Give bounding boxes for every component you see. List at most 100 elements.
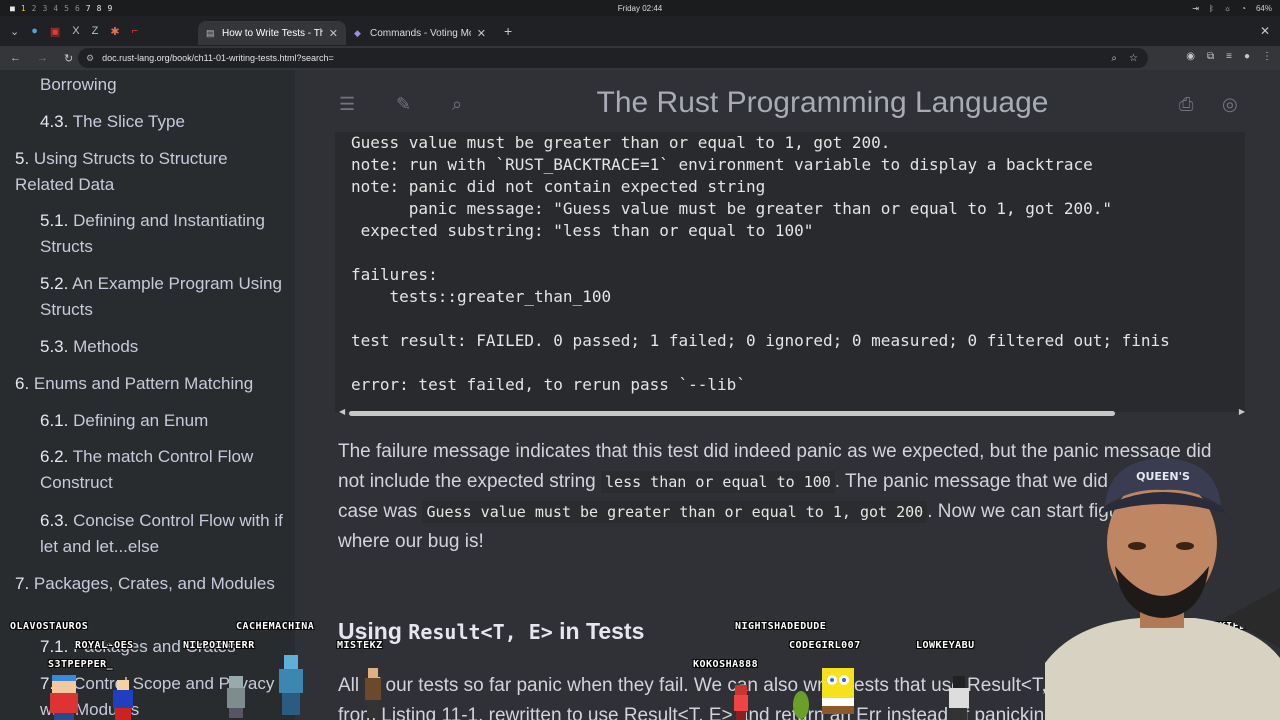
toc-number: 6. [15, 374, 30, 393]
pinned-tab-z-icon[interactable]: Z [92, 25, 99, 38]
toc-item-6[interactable]: 6. Enums and Pattern Matching [15, 371, 285, 397]
pinned-tab-rust-icon[interactable]: ✱ [110, 25, 119, 38]
zoom-icon[interactable]: ⌕ [1111, 53, 1117, 64]
toc-item-6-2[interactable]: 6.2. The match Control Flow Construct [40, 444, 285, 496]
heading-text: Using [338, 618, 409, 644]
toc-item-5[interactable]: 5. Using Structs to Structure Related Da… [15, 146, 285, 198]
bluetooth-icon[interactable]: ᛒ [1209, 4, 1214, 13]
code-output: Guess value must be greater than or equa… [351, 132, 1170, 396]
toc-number: 5.1. [40, 211, 69, 230]
toc-label: Using Structs to Structure Related Data [15, 149, 228, 194]
toc-label: An Example Program Using Structs [40, 274, 282, 319]
scrollbar-thumb[interactable] [349, 411, 1115, 416]
code-line: error: test failed, to rerun pass `--lib… [351, 375, 746, 394]
toc-item-5-2[interactable]: 5.2. An Example Program Using Structs [40, 271, 285, 323]
forward-arrow-icon[interactable]: → [37, 52, 48, 65]
close-icon[interactable]: ✕ [477, 27, 486, 40]
tab-title: How to Write Tests - Th [222, 27, 323, 39]
workspace-7[interactable]: 7 [86, 4, 91, 13]
toc-label: The Slice Type [72, 112, 185, 131]
extension-icon[interactable]: ◉ [1186, 51, 1195, 62]
toc-number: 7.2. [40, 674, 69, 693]
workspace-9[interactable]: 9 [107, 4, 112, 13]
doc-icon: ◆ [354, 28, 361, 38]
media-controls-icon[interactable]: ≡ [1226, 51, 1232, 62]
pinned-tab-red-icon[interactable]: ⌐ [132, 25, 138, 38]
toc-item-7-2[interactable]: 7.2. Control Scope and Privacy with Modu… [40, 671, 285, 720]
workspace-1[interactable]: 1 [21, 4, 26, 13]
system-clock[interactable]: Friday 02:44 [0, 4, 1280, 13]
workspace-3[interactable]: 3 [42, 4, 47, 13]
tab-rust-book[interactable]: ▤ How to Write Tests - Th ✕ [198, 21, 346, 45]
print-icon[interactable]: ⎙ [1179, 94, 1193, 115]
toc-number: 4.3. [40, 112, 69, 131]
url-text[interactable]: doc.rust-lang.org/book/ch11-01-writing-t… [102, 53, 334, 63]
scroll-left-arrow-icon[interactable]: ◀ [339, 407, 345, 416]
toc-item-7[interactable]: 7. Packages, Crates, and Modules [15, 571, 285, 597]
window-close-icon[interactable]: ✕ [1260, 24, 1270, 38]
heading-text: in Tests [552, 618, 645, 644]
battery-percent[interactable]: 64% [1256, 4, 1272, 13]
extensions-area: ◉ ⧉ ≡ ● ⋮ [1186, 51, 1272, 62]
tab-commands[interactable]: ◆ Commands - Voting Mo ✕ [346, 21, 494, 45]
toc-number: 5.2. [40, 274, 69, 293]
workspace-5[interactable]: 5 [64, 4, 69, 13]
book-menu-bar: ☰ ✎ ⌕ The Rust Programming Language ⎙ ◎ [295, 70, 1280, 136]
extensions-puzzle-icon[interactable]: ⧉ [1207, 51, 1214, 62]
toc-number: 6.2. [40, 447, 69, 466]
reload-icon[interactable]: ↻ [64, 52, 73, 65]
site-info-icon[interactable]: ⚙ [86, 53, 94, 64]
nav-buttons: ← → ↻ [0, 52, 80, 65]
toc-item-6-3[interactable]: 6.3. Concise Control Flow with if let an… [40, 508, 285, 560]
code-line: note: run with `RUST_BACKTRACE=1` enviro… [351, 155, 1093, 174]
workspace-6[interactable]: 6 [75, 4, 80, 13]
workspace-switcher[interactable]: ■ 1 2 3 4 5 6 7 8 9 [10, 4, 112, 13]
profile-avatar-icon[interactable]: ● [1244, 51, 1250, 62]
tab-title: Commands - Voting Mo [370, 27, 471, 39]
toc-number: 6.3. [40, 511, 69, 530]
rust-book-icon: ▤ [206, 28, 215, 38]
inline-code: less than or equal to 100 [601, 471, 835, 493]
back-arrow-icon[interactable]: ← [10, 52, 21, 65]
github-icon[interactable]: ◎ [1222, 94, 1238, 115]
tab-search-icon[interactable]: ⌄ [10, 25, 19, 38]
browser-tab-strip: ⌄ ● ▣ X Z ✱ ⌐ ▤ How to Write Tests - Th … [0, 16, 1280, 46]
toc-item-5-3[interactable]: 5.3. Methods [40, 334, 285, 360]
bookmark-star-icon[interactable]: ☆ [1129, 53, 1138, 64]
toc-label: The match Control Flow Construct [40, 447, 254, 492]
toc-label: Enums and Pattern Matching [33, 374, 254, 393]
toc-item-5-1[interactable]: 5.1. Defining and Instantiating Structs [40, 208, 285, 260]
workspace-8[interactable]: 8 [97, 4, 102, 13]
book-content: ☰ ✎ ⌕ The Rust Programming Language ⎙ ◎ … [295, 70, 1280, 720]
system-tray: ⇥ ᛒ ☼ ◔ 64% [1192, 4, 1272, 13]
heading-code: Result<T, E> [408, 620, 553, 644]
pinned-tab-youtube-icon[interactable]: ▣ [50, 25, 60, 38]
code-output-block: Guess value must be greater than or equa… [335, 132, 1245, 412]
close-icon[interactable]: ✕ [329, 27, 338, 40]
workspace-icon[interactable]: ■ [10, 4, 15, 13]
inline-code: Guess value must be greater than or equa… [422, 501, 928, 523]
new-tab-icon[interactable]: + [504, 23, 512, 39]
code-line: panic message: "Guess value must be grea… [351, 199, 1112, 218]
address-bar[interactable]: ⚙ doc.rust-lang.org/book/ch11-01-writing… [78, 48, 1148, 68]
code-line: note: panic did not contain expected str… [351, 177, 766, 196]
toc-label: Concise Control Flow with if let and let… [40, 511, 283, 556]
toc-item-7-1[interactable]: 7.1. Packages and Crates [40, 634, 285, 660]
menu-kebab-icon[interactable]: ⋮ [1262, 51, 1272, 62]
workspace-4[interactable]: 4 [53, 4, 58, 13]
code-horizontal-scrollbar[interactable]: ◀ ▶ [339, 407, 1245, 416]
toc-number: 7.1. [40, 637, 69, 656]
brightness-icon[interactable]: ☼ [1224, 4, 1231, 13]
toc-item-6-1[interactable]: 6.1. Defining an Enum [40, 408, 285, 434]
screen-share-icon[interactable]: ⇥ [1192, 4, 1199, 13]
code-line: Guess value must be greater than or equa… [351, 133, 891, 152]
pinned-tab-telegram-icon[interactable]: ● [31, 25, 38, 38]
workspace-2[interactable]: 2 [32, 4, 37, 13]
toc-item-4-3[interactable]: 4.3. The Slice Type [40, 109, 285, 135]
section-heading-result-in-tests[interactable]: Using Result<T, E> in Tests [338, 618, 644, 645]
toc-item-borrowing[interactable]: Borrowing [40, 72, 285, 98]
scroll-right-arrow-icon[interactable]: ▶ [1239, 407, 1245, 416]
wifi-icon[interactable]: ◔ [1241, 4, 1246, 13]
toc-number: 7. [15, 574, 30, 593]
pinned-tab-x-icon[interactable]: X [72, 25, 79, 38]
